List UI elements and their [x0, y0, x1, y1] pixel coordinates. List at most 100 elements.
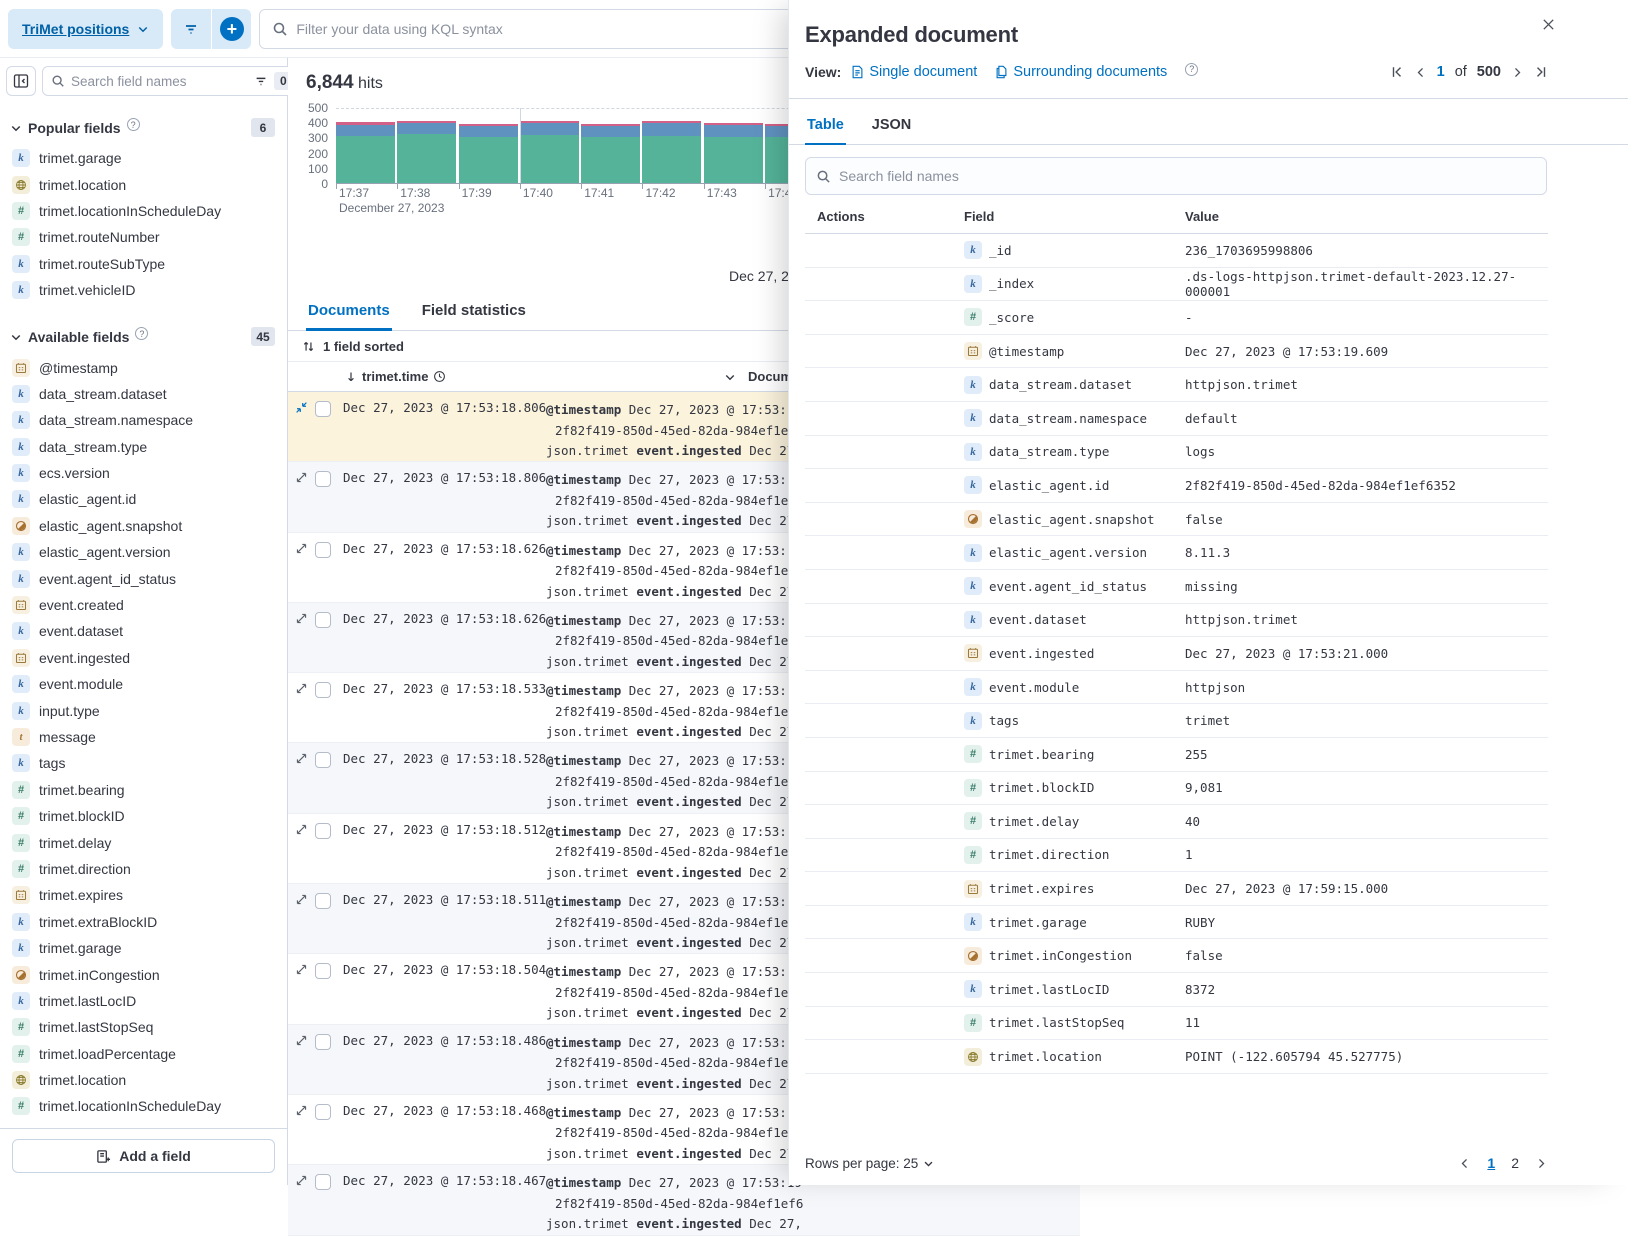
row-checkbox[interactable]: [315, 401, 331, 417]
histogram-bar[interactable]: [336, 122, 395, 183]
column-header-time[interactable]: trimet.time: [288, 369, 748, 384]
close-icon[interactable]: [1538, 14, 1558, 34]
sidebar-field-item[interactable]: k data_stream.dataset: [0, 381, 287, 407]
data-view-picker[interactable]: TriMet positions: [8, 9, 163, 49]
histogram-bar[interactable]: [581, 124, 640, 183]
sidebar-field-item[interactable]: # trimet.blockID: [0, 803, 287, 829]
row-checkbox[interactable]: [315, 893, 331, 909]
tab-field-statistics[interactable]: Field statistics: [420, 294, 528, 330]
field-search-box[interactable]: 0: [42, 66, 300, 96]
previous-page-icon[interactable]: [1458, 1157, 1471, 1170]
surrounding-documents-link[interactable]: Surrounding documents: [995, 64, 1167, 80]
row-checkbox[interactable]: [315, 542, 331, 558]
previous-page-icon[interactable]: [1414, 66, 1427, 79]
tab-documents[interactable]: Documents: [306, 294, 392, 331]
field-search-input[interactable]: [71, 74, 248, 89]
histogram-bar[interactable]: [704, 123, 763, 183]
sidebar-field-item[interactable]: k input.type: [0, 697, 287, 723]
sidebar-field-item[interactable]: k data_stream.namespace: [0, 407, 287, 433]
sidebar-field-item[interactable]: # trimet.lastStopSeq: [0, 1014, 287, 1040]
minimize-icon[interactable]: [295, 401, 308, 414]
available-fields-header[interactable]: Available fields ? 45: [0, 321, 287, 354]
sidebar-field-item[interactable]: k elastic_agent.id: [0, 486, 287, 512]
page-number-1[interactable]: 1: [1487, 1155, 1495, 1171]
sidebar-field-item[interactable]: @timestamp: [0, 354, 287, 380]
sidebar-field-item[interactable]: k ecs.version: [0, 460, 287, 486]
field-name: event.agent_id_status: [39, 571, 176, 587]
sidebar-field-item[interactable]: k event.agent_id_status: [0, 565, 287, 591]
next-page-icon[interactable]: [1511, 66, 1524, 79]
row-checkbox[interactable]: [315, 752, 331, 768]
expand-icon[interactable]: [295, 542, 308, 555]
field-value-row: k trimet.garage RUBY: [805, 906, 1548, 940]
row-checkbox[interactable]: [315, 1034, 331, 1050]
sidebar-field-item[interactable]: k trimet.routeSubType: [0, 251, 287, 277]
add-filter-button[interactable]: +: [211, 9, 251, 49]
sidebar-field-item[interactable]: # trimet.routeNumber: [0, 224, 287, 250]
flyout-field-search-input[interactable]: [839, 168, 1536, 184]
expand-icon[interactable]: [295, 612, 308, 625]
sidebar-field-item[interactable]: k trimet.vehicleID: [0, 277, 287, 303]
first-page-icon[interactable]: [1390, 65, 1404, 79]
histogram-bar[interactable]: [642, 121, 701, 183]
last-page-icon[interactable]: [1534, 65, 1548, 79]
sidebar-field-item[interactable]: # trimet.loadPercentage: [0, 1041, 287, 1067]
sidebar-field-item[interactable]: k event.dataset: [0, 618, 287, 644]
rows-per-page-button[interactable]: Rows per page: 25: [805, 1156, 934, 1171]
row-checkbox[interactable]: [315, 963, 331, 979]
expand-icon[interactable]: [295, 963, 308, 976]
collapse-sidebar-button[interactable]: [6, 66, 36, 96]
sidebar-field-item[interactable]: k trimet.lastLocID: [0, 988, 287, 1014]
flyout-tab-json[interactable]: JSON: [870, 113, 914, 144]
row-checkbox[interactable]: [315, 471, 331, 487]
filters-button[interactable]: [171, 9, 211, 49]
add-field-button[interactable]: Add a field: [12, 1139, 275, 1173]
sidebar-field-item[interactable]: elastic_agent.snapshot: [0, 513, 287, 539]
row-checkbox[interactable]: [315, 682, 331, 698]
column-options-chevron-icon[interactable]: [724, 371, 736, 383]
sidebar-field-item[interactable]: k elastic_agent.version: [0, 539, 287, 565]
sidebar-field-item[interactable]: # trimet.locationInScheduleDay: [0, 1093, 287, 1119]
single-document-link[interactable]: Single document: [851, 64, 977, 80]
sidebar-field-item[interactable]: trimet.inCongestion: [0, 961, 287, 987]
flyout-tab-table[interactable]: Table: [805, 113, 846, 145]
expand-icon[interactable]: [295, 823, 308, 836]
histogram-bar[interactable]: [459, 124, 518, 183]
sidebar-field-item[interactable]: k trimet.garage: [0, 145, 287, 171]
sidebar-field-item[interactable]: k trimet.extraBlockID: [0, 909, 287, 935]
sidebar-field-item[interactable]: trimet.location: [0, 171, 287, 197]
expand-icon[interactable]: [295, 471, 308, 484]
sidebar-field-item[interactable]: # trimet.locationInScheduleDay: [0, 198, 287, 224]
row-checkbox[interactable]: [315, 612, 331, 628]
sidebar-field-item[interactable]: t message: [0, 724, 287, 750]
sidebar-field-item[interactable]: k data_stream.type: [0, 434, 287, 460]
expand-icon[interactable]: [295, 1174, 308, 1187]
sidebar-field-item[interactable]: k event.module: [0, 671, 287, 697]
boolean-icon: [964, 510, 982, 528]
sidebar-field-item[interactable]: # trimet.bearing: [0, 777, 287, 803]
next-page-icon[interactable]: [1535, 1157, 1548, 1170]
field-filter-icon[interactable]: [254, 74, 268, 88]
sidebar-field-item[interactable]: trimet.location: [0, 1067, 287, 1093]
page-number-2[interactable]: 2: [1511, 1155, 1519, 1171]
row-checkbox[interactable]: [315, 823, 331, 839]
keyword-icon: k: [964, 611, 982, 629]
flyout-field-search[interactable]: [805, 157, 1547, 195]
sidebar-field-item[interactable]: k trimet.garage: [0, 935, 287, 961]
expand-icon[interactable]: [295, 1104, 308, 1117]
expand-icon[interactable]: [295, 752, 308, 765]
histogram-bar[interactable]: [397, 121, 456, 183]
row-checkbox[interactable]: [315, 1104, 331, 1120]
sidebar-field-item[interactable]: # trimet.delay: [0, 829, 287, 855]
sidebar-field-item[interactable]: event.created: [0, 592, 287, 618]
sidebar-field-item[interactable]: k tags: [0, 750, 287, 776]
sidebar-field-item[interactable]: event.ingested: [0, 645, 287, 671]
row-checkbox[interactable]: [315, 1174, 331, 1190]
popular-fields-header[interactable]: Popular fields ? 6: [0, 112, 287, 145]
expand-icon[interactable]: [295, 682, 308, 695]
expand-icon[interactable]: [295, 893, 308, 906]
histogram-bar[interactable]: [520, 121, 579, 183]
sidebar-field-item[interactable]: # trimet.direction: [0, 856, 287, 882]
expand-icon[interactable]: [295, 1034, 308, 1047]
sidebar-field-item[interactable]: trimet.expires: [0, 882, 287, 908]
